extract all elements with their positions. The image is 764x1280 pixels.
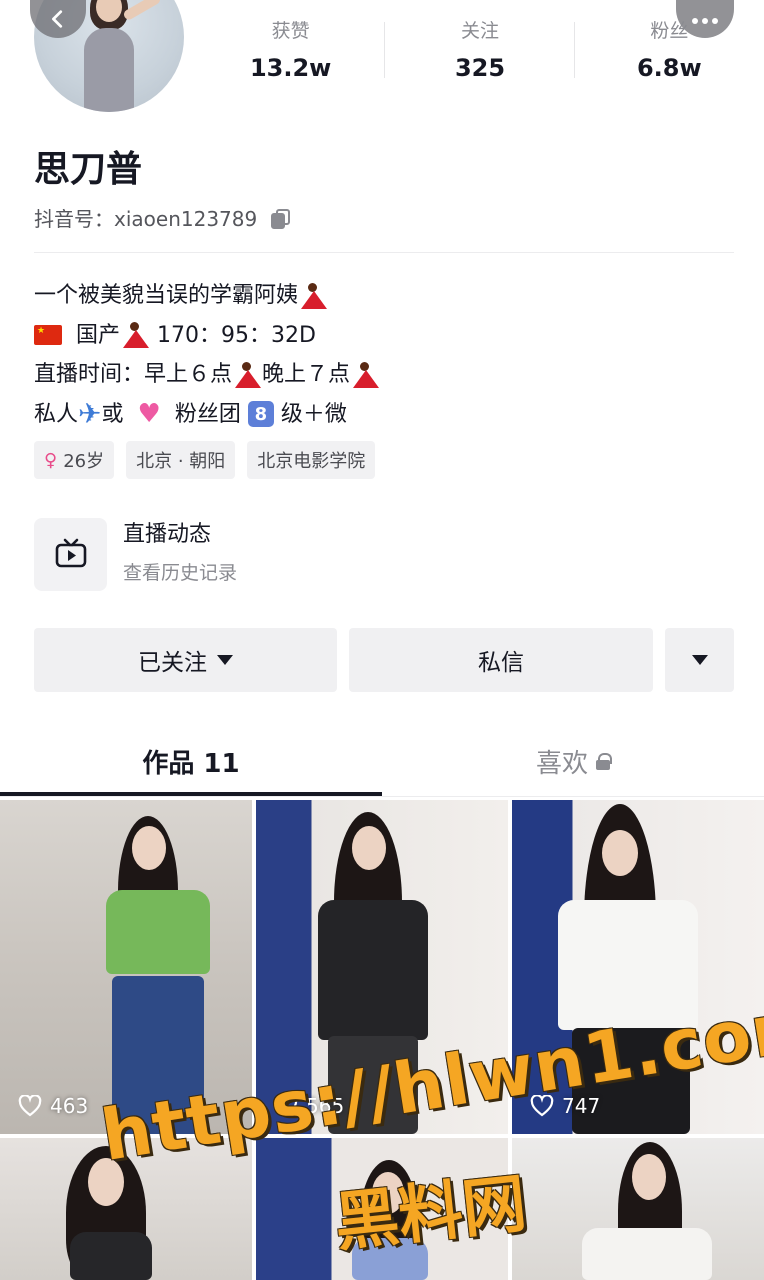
bio-line: 国产 170：95：32D [34,316,380,356]
video-thumbnail[interactable]: 747 [512,800,764,1134]
expand-button[interactable] [665,628,734,692]
bio-text: 170：95：32D [157,322,316,348]
live-subtitle: 查看历史记录 [123,562,238,584]
stat-label: 粉丝 [650,20,689,42]
profile-name: 思刀普 [34,149,143,190]
douyin-id-value: xiaoen123789 [114,207,258,231]
tag-location: 北京 · 朝阳 [126,441,236,479]
video-thumbnail[interactable] [512,1138,764,1280]
bio-text: 粉丝团 [174,401,241,427]
video-likes-count: 565 [306,1094,345,1118]
pink-heart-icon: ♥ [137,399,161,430]
douyin-id-label: 抖音号： [34,207,114,231]
dancer-emoji-icon [350,360,380,390]
bio-text: 国产 [76,322,121,348]
airplane-icon: ✈ [78,397,102,431]
bio-text: 私人 [34,401,79,427]
tab-works[interactable]: 作品 11 [0,728,382,794]
live-title: 直播动态 [123,522,212,547]
douyin-id: 抖音号：xiaoen123789 [34,204,291,234]
tab-likes-label: 喜欢 [535,748,588,779]
china-flag-icon [34,325,62,346]
bio-line: 私人 ✈ 或 ♥ 粉丝团 8 级＋微 [34,395,380,435]
stat-followers[interactable]: 粉丝 6.8w [575,16,764,86]
profile-tags: ♀ 26岁 北京 · 朝阳 北京电影学院 [34,441,376,479]
video-likes: 565 [274,1094,344,1118]
video-likes: 747 [530,1094,600,1118]
caret-down-icon [217,655,233,665]
tag-age-label: 26岁 [63,451,105,472]
dancer-emoji-icon [298,281,328,311]
stat-value: 6.8w [636,54,702,82]
female-icon: ♀ [44,449,58,471]
tag-school-label: 北京电影学院 [257,451,366,472]
bio-line: 直播时间：早上６点 晚上７点 [34,355,380,395]
dancer-emoji-icon [232,360,262,390]
content-tabs: 作品 11 喜欢 [0,728,764,798]
tag-school: 北京电影学院 [247,441,376,479]
tab-works-label: 作品 11 [142,748,240,779]
video-thumbnail[interactable]: 565 [256,800,508,1134]
heart-icon [530,1095,554,1117]
copy-icon[interactable] [269,208,291,230]
bio-text: 一个被美貌当误的学霸阿姨 [34,283,299,308]
video-thumbnail[interactable] [256,1138,508,1280]
video-thumbnail[interactable]: 463 [0,800,252,1134]
bio-text: 晚上７点 [262,362,351,387]
heart-icon [18,1095,42,1117]
divider [0,796,764,797]
bio-text: 直播时间：早上６点 [34,362,233,387]
video-likes: 463 [18,1094,88,1118]
keycap-eight-icon: 8 [247,401,274,428]
live-history-entry[interactable]: 直播动态 查看历史记录 [34,516,237,592]
profile-bio: 一个被美貌当误的学霸阿姨 国产 170：95：32D 直播时间：早上６点 晚上７点… [34,276,380,434]
tab-likes[interactable]: 喜欢 [382,728,764,794]
video-likes-count: 747 [562,1094,601,1118]
stat-following[interactable]: 关注 325 [385,16,575,86]
heart-icon [274,1095,298,1117]
following-label: 已关注 [138,650,207,676]
dancer-emoji-icon [120,320,150,350]
stat-value: 325 [454,54,506,82]
following-button[interactable]: 已关注 [34,628,337,692]
chevron-left-icon [52,10,63,28]
divider [34,252,734,253]
bio-text: 或 [101,401,124,427]
tag-location-label: 北京 · 朝阳 [136,451,226,472]
video-grid: 463 565 747 [0,800,764,1280]
stat-label: 获赞 [271,20,310,42]
stat-value: 13.2w [249,54,332,82]
bio-line: 一个被美貌当误的学霸阿姨 [34,276,380,316]
video-likes-count: 463 [50,1094,89,1118]
caret-down-icon [691,655,708,665]
stat-label: 关注 [460,20,499,42]
stat-likes[interactable]: 获赞 13.2w [196,16,386,86]
live-tv-icon [34,517,107,591]
tag-age: ♀ 26岁 [34,441,115,479]
video-thumbnail[interactable] [0,1138,252,1280]
bio-text: 级＋微 [280,401,347,427]
lock-icon [596,753,612,770]
message-label: 私信 [478,650,524,676]
message-button[interactable]: 私信 [349,628,653,692]
profile-stats: 获赞 13.2w 关注 325 粉丝 6.8w [196,16,764,86]
